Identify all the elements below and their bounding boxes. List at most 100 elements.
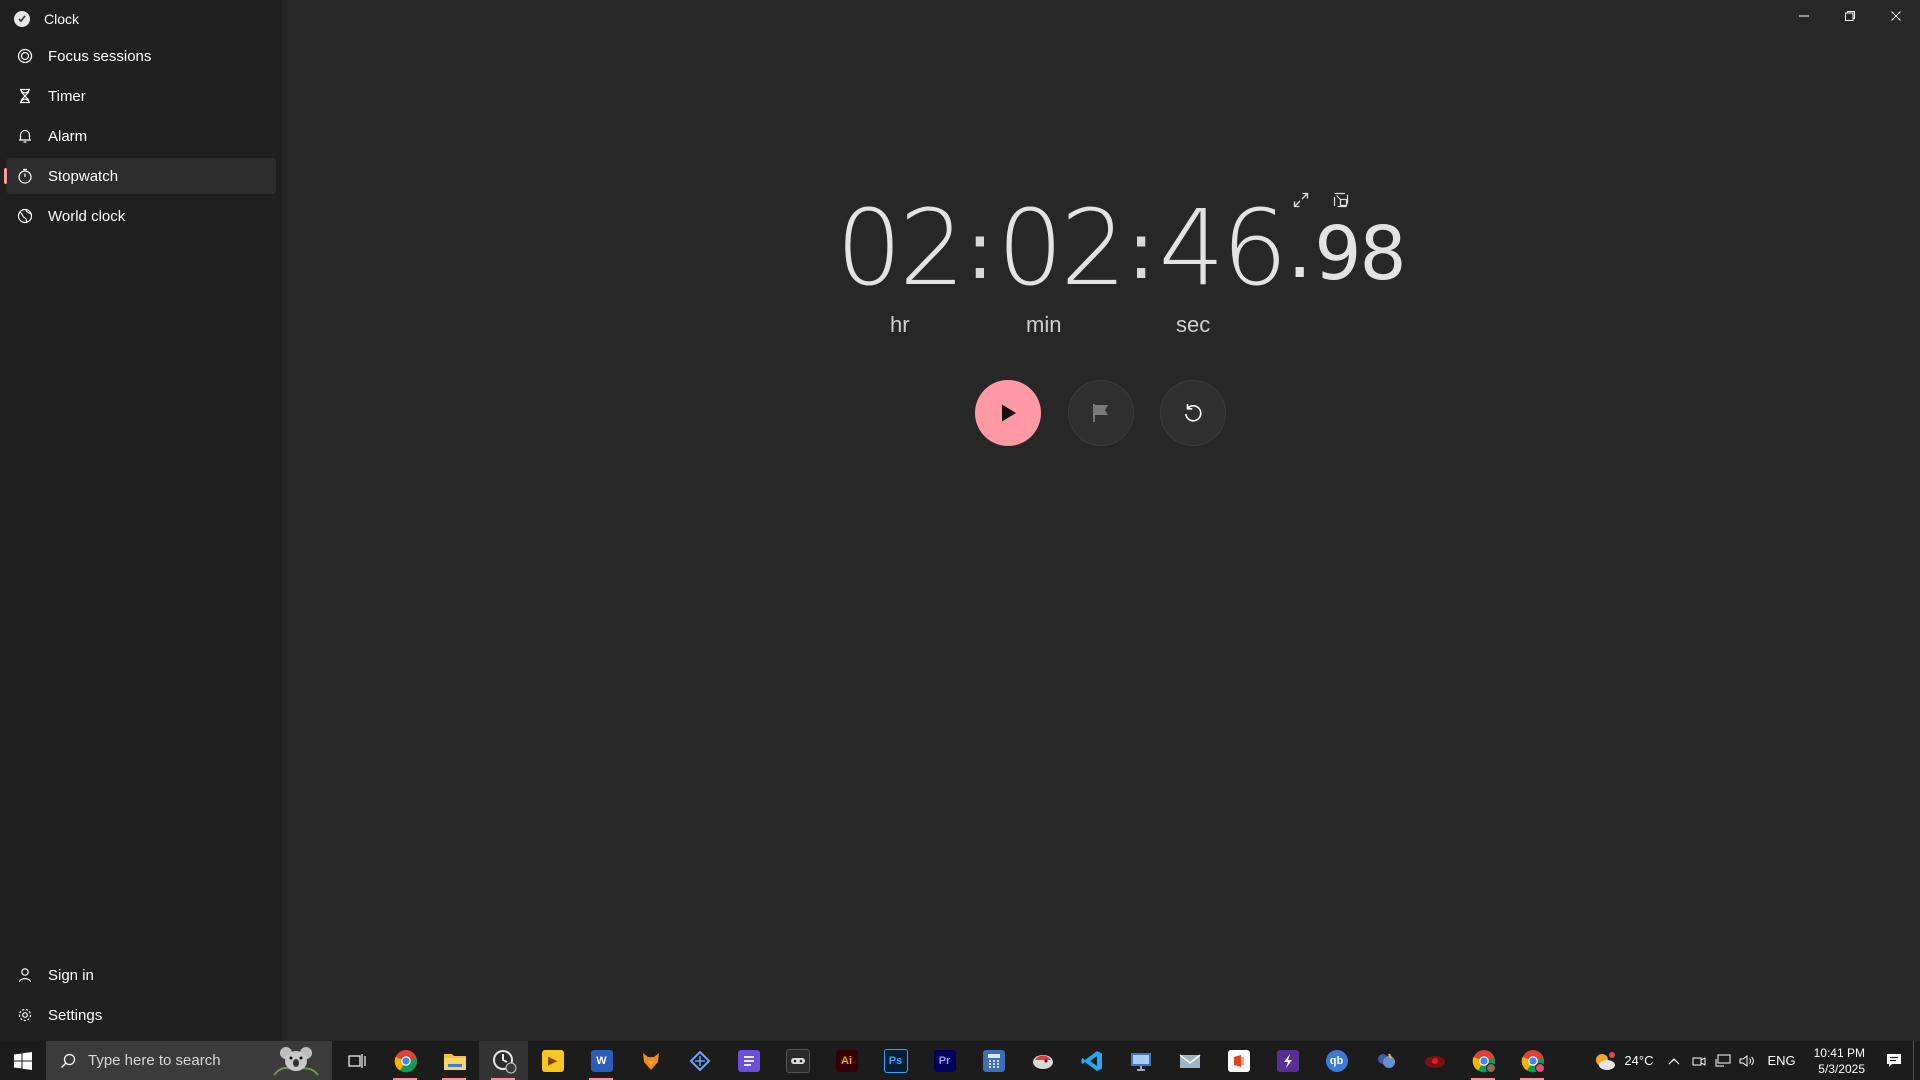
start-button[interactable] [0,1041,46,1080]
fox-app-icon [642,1052,659,1070]
globe-icon [16,207,34,225]
taskbar-calculator[interactable] [969,1041,1018,1080]
task-view-icon [347,1053,366,1068]
taskbar-app-bird[interactable] [1018,1041,1067,1080]
taskbar-clock[interactable] [479,1041,528,1080]
taskbar-app-red[interactable] [1410,1041,1459,1080]
diamond-app-icon [689,1050,710,1071]
nav-list: Focus sessions Timer Alarm Stopwatch Wor… [0,38,282,238]
taskbar-illustrator[interactable]: Ai [822,1041,871,1080]
taskbar-word[interactable]: W [577,1041,626,1080]
hourglass-icon [16,87,34,105]
start-button[interactable] [975,380,1041,446]
bell-icon [16,127,34,145]
purple-app-icon [737,1049,760,1072]
cloud-app-icon [1377,1053,1395,1068]
settings-button[interactable]: Settings [6,997,276,1033]
search-highlight-koala-icon [273,1047,319,1076]
restore-button[interactable] [1827,0,1873,32]
taskbar-app-blue[interactable] [675,1041,724,1080]
hours-value: 02 [836,187,965,309]
taskbar-office[interactable] [1214,1041,1263,1080]
language-indicator[interactable]: ENG [1759,1041,1803,1080]
folder-icon [443,1053,466,1070]
tray-meet-now[interactable] [1687,1041,1711,1080]
clock-app-icon [14,11,30,27]
nav-item-stopwatch[interactable]: Stopwatch [4,158,276,194]
taskbar-file-explorer[interactable] [430,1041,479,1080]
settings-label: Settings [48,1006,103,1024]
weather-widget[interactable]: 24°C [1584,1041,1661,1080]
unit-min-label: min [1026,312,1062,337]
show-desktop-button[interactable] [1913,1041,1920,1080]
taskbar-app-mail[interactable] [1165,1041,1214,1080]
taskbar-vscode[interactable] [1067,1041,1116,1080]
illustrator-icon: Ai [835,1049,858,1072]
tray-volume[interactable] [1735,1041,1759,1080]
taskbar-app-orange[interactable] [626,1041,675,1080]
taskbar-app-cloud[interactable] [1361,1041,1410,1080]
tray-network[interactable] [1711,1041,1735,1080]
notification-icon [1887,1053,1901,1067]
stopwatch-display: 02 : 02 : 46 . 98 [836,190,1407,310]
vscode-icon [1081,1050,1102,1071]
weather-icon [1596,1051,1616,1070]
taskbar-chrome-3[interactable] [1508,1041,1557,1080]
clock-icon [492,1049,516,1073]
app-title-bar: Clock [14,8,79,30]
nav-item-label: Alarm [48,127,88,145]
notification-center-button[interactable] [1875,1041,1913,1080]
office-icon [1227,1049,1250,1072]
calculator-icon [982,1049,1005,1072]
lightning-app-icon [1276,1049,1299,1072]
nav-item-label: World clock [48,207,126,225]
minutes-value: 02 [997,187,1126,309]
chrome-icon [394,1049,417,1072]
sign-in-button[interactable]: Sign in [6,957,276,993]
nav-item-timer[interactable]: Timer [6,78,276,114]
taskbar-chrome[interactable] [381,1041,430,1080]
nav-bottom: Sign in Settings [0,957,282,1037]
chevron-up-icon [1668,1057,1680,1064]
nav-item-alarm[interactable]: Alarm [6,118,276,154]
focus-icon [16,47,34,65]
stopwatch-time: 02 : 02 : 46 . 98 [836,187,1407,309]
taskbar-app-dark[interactable] [773,1041,822,1080]
taskbar-clock-date[interactable]: 10:41 PM 5/3/2025 [1804,1041,1875,1080]
qbittorrent-icon: qb [1325,1049,1348,1072]
colon-separator: : [966,204,994,297]
colon-separator: : [1127,204,1155,297]
show-hidden-icons-button[interactable] [1661,1041,1687,1080]
taskbar-app-monitor[interactable] [1116,1041,1165,1080]
lap-button[interactable] [1068,380,1134,446]
taskbar-app-purple-2[interactable] [1263,1041,1312,1080]
seconds-value: 46 [1158,187,1288,309]
taskbar-search-box[interactable]: Type here to search [46,1041,332,1080]
close-icon [1891,11,1901,21]
person-icon [16,966,34,984]
play-icon [1002,404,1016,422]
camera-icon [1692,1056,1706,1066]
taskbar-photoshop[interactable]: Ps [871,1041,920,1080]
taskbar-pot-player[interactable]: ▶ [528,1041,577,1080]
close-button[interactable] [1873,0,1919,32]
taskbar-app-purple[interactable] [724,1041,773,1080]
chrome-profile-icon [1472,1049,1496,1073]
task-view-button[interactable] [332,1041,381,1080]
taskbar-premiere[interactable]: Pr [920,1041,969,1080]
taskbar-qbittorrent[interactable]: qb [1312,1041,1361,1080]
unit-hr-label: hr [890,312,910,337]
sign-in-label: Sign in [48,966,94,984]
mail-app-icon [1179,1053,1200,1068]
network-icon [1715,1054,1731,1066]
reset-button[interactable] [1160,380,1226,446]
nav-item-focus-sessions[interactable]: Focus sessions [6,38,276,74]
unit-sec-label: sec [1176,312,1211,337]
nav-item-world-clock[interactable]: World clock [6,198,276,234]
minimize-button[interactable] [1781,0,1827,32]
taskbar-chrome-2[interactable] [1459,1041,1508,1080]
nav-item-label: Focus sessions [48,47,152,65]
flag-icon [1093,404,1108,422]
gear-icon [16,1006,34,1024]
reset-icon [1185,404,1202,422]
